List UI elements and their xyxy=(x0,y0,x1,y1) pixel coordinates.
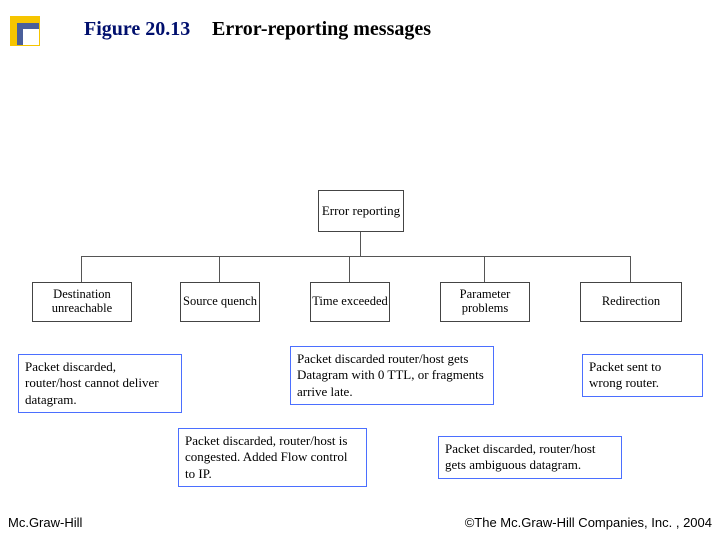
footer-copyright: ©The Mc.Graw-Hill Companies, Inc. , 2004 xyxy=(465,515,712,530)
tree-leaf-parameter-problems: Parameter problems xyxy=(440,282,530,322)
tree-leaf-redirection: Redirection xyxy=(580,282,682,322)
tree-leaf-source-quench: Source quench xyxy=(180,282,260,322)
connector-line xyxy=(484,256,485,282)
footer-publisher: Mc.Graw-Hill xyxy=(8,515,82,530)
tree-root-box: Error reporting xyxy=(318,190,404,232)
tree-leaf-time-exceeded: Time exceeded xyxy=(310,282,390,322)
figure-title: Error-reporting messages xyxy=(212,18,431,41)
annotation-parameter-problems: Packet discarded, router/host gets ambig… xyxy=(438,436,622,479)
annotation-time-exceeded: Packet discarded router/host gets Datagr… xyxy=(290,346,494,405)
connector-line xyxy=(349,256,350,282)
connector-line xyxy=(219,256,220,282)
annotation-redirection: Packet sent to wrong router. xyxy=(582,354,703,397)
connector-line xyxy=(81,256,630,257)
connector-line xyxy=(81,256,82,282)
slide-bullet-icon xyxy=(10,16,40,46)
connector-line xyxy=(630,256,631,282)
annotation-source-quench: Packet discarded, router/host is congest… xyxy=(178,428,367,487)
tree-leaf-destination-unreachable: Destination unreachable xyxy=(32,282,132,322)
annotation-destination-unreachable: Packet discarded, router/host cannot del… xyxy=(18,354,182,413)
figure-ref: Figure 20.13 xyxy=(84,18,190,41)
connector-line xyxy=(360,232,361,256)
